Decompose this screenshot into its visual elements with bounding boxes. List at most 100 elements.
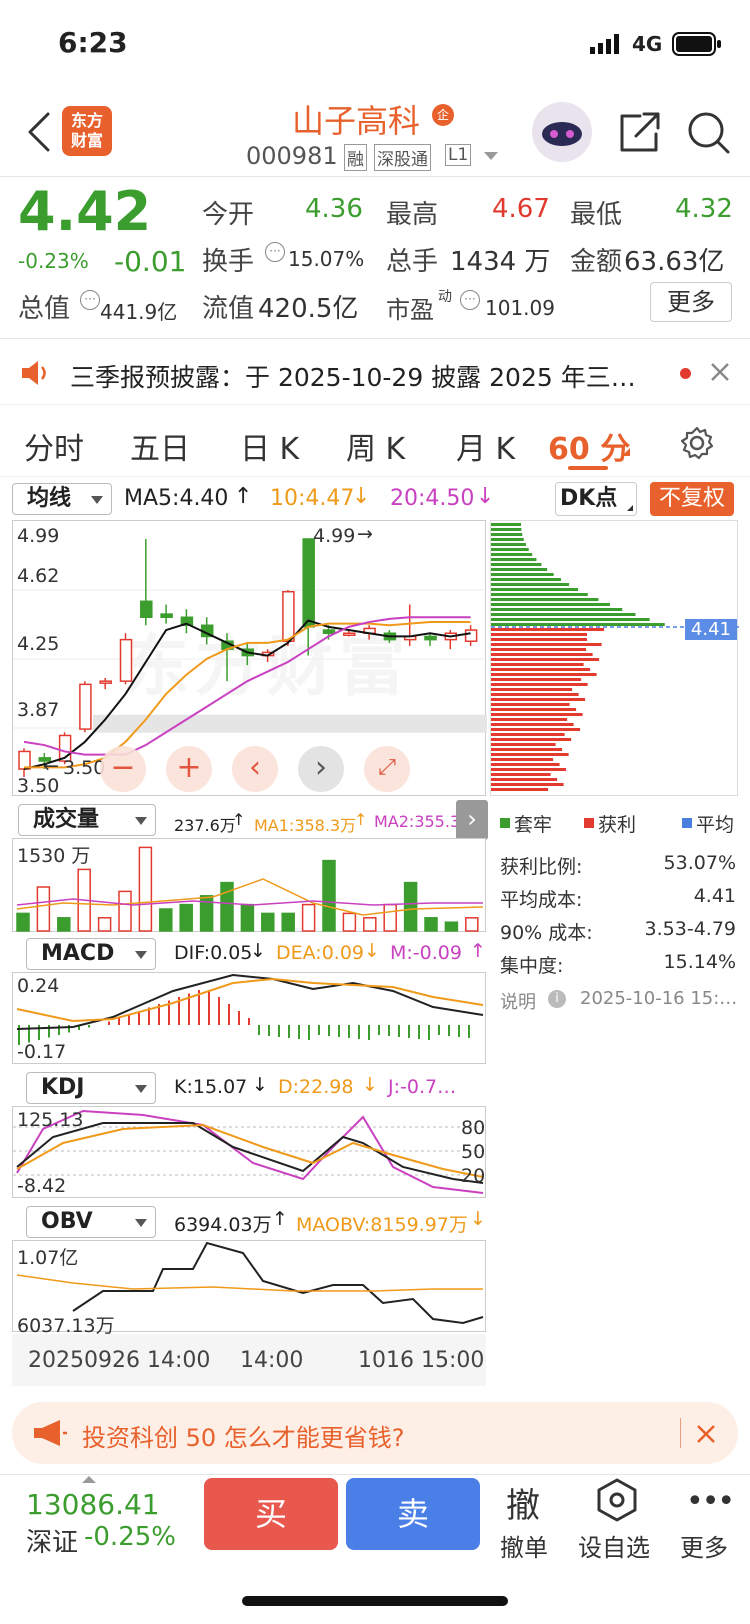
kdj-panel: 125.13 -8.42 80 50 20 <box>12 1106 487 1198</box>
legend-average-swatch <box>682 818 692 828</box>
chip-bar <box>491 568 548 571</box>
back-button[interactable] <box>24 110 54 158</box>
amount-label: 金额 <box>570 247 623 277</box>
index-value[interactable]: 13086.41 <box>26 1488 160 1521</box>
battery-icon <box>672 32 722 60</box>
chip-bar <box>491 743 556 746</box>
candle-body <box>322 629 336 634</box>
info-icon[interactable]: ··· <box>80 290 100 310</box>
more-button[interactable]: 更多 <box>650 282 732 322</box>
chip-stat-row: 平均成本: 4.41 <box>500 885 736 912</box>
candle-body <box>79 683 92 730</box>
share-icon[interactable] <box>618 110 662 158</box>
volume-bar <box>322 859 336 932</box>
pe-info-icon[interactable]: ··· <box>460 290 480 310</box>
cancel-order-label[interactable]: 撤单 <box>500 1528 548 1563</box>
max-marker-arrow: → <box>357 523 373 545</box>
macd-selector[interactable]: MACD <box>26 938 156 970</box>
chip-bar <box>491 643 602 646</box>
high-value: 4.67 <box>492 194 550 224</box>
chip-bar <box>491 618 650 621</box>
zoom-in-button[interactable]: + <box>166 746 212 792</box>
obv-selector[interactable]: OBV <box>26 1206 156 1238</box>
speaker-icon <box>20 360 50 390</box>
tab-daily-k[interactable]: 日 K <box>240 424 299 468</box>
chip-bar <box>491 528 522 531</box>
watchlist-label[interactable]: 设自选 <box>578 1528 650 1563</box>
chip-bar <box>491 718 568 721</box>
k-line <box>16 1122 484 1184</box>
open-value: 4.36 <box>305 194 363 224</box>
kdj-d: D:22.98 <box>278 1076 354 1098</box>
index-expand-arrow[interactable] <box>82 1476 96 1483</box>
search-icon[interactable] <box>686 110 732 160</box>
legend-profit-swatch <box>584 818 594 828</box>
chip-bar <box>491 683 588 686</box>
index-change: -0.25% <box>84 1522 176 1552</box>
price-band <box>93 714 487 733</box>
tab-weekly-k[interactable]: 周 K <box>346 424 405 468</box>
ad-close-icon[interactable] <box>696 1424 716 1444</box>
chip-bar <box>491 563 542 566</box>
ma10-arrow: ↓ <box>352 484 371 509</box>
app-logo: 东方 财富 <box>62 106 112 156</box>
chip-note-label[interactable]: 说明 <box>500 988 536 1014</box>
tab-five-day[interactable]: 五日 <box>130 424 190 468</box>
chip-stat-value: 15.14% <box>663 951 736 973</box>
stock-dropdown-icon[interactable] <box>484 152 498 160</box>
chip-note-time: 2025-10-16 15:… <box>580 988 738 1009</box>
chip-bar <box>491 768 567 771</box>
macd-dea-arrow: ↓ <box>364 940 380 962</box>
chip-bar <box>491 578 561 581</box>
kdj-selector[interactable]: KDJ <box>26 1072 156 1104</box>
obv-selector-label: OBV <box>41 1209 93 1234</box>
buy-button[interactable]: 买 <box>204 1478 338 1550</box>
obv-ma-arrow: ↓ <box>470 1208 486 1230</box>
open-label: 今开 <box>202 200 255 230</box>
volume-arrow: ↑ <box>232 810 246 829</box>
dk-point-button[interactable]: DK点 <box>555 482 637 516</box>
chip-stat-label: 获利比例: <box>500 856 583 878</box>
zoom-out-button[interactable]: − <box>100 746 146 792</box>
macd-y-bottom: -0.17 <box>17 1041 67 1063</box>
collapse-panel-button[interactable]: › <box>456 800 488 840</box>
more-menu-label[interactable]: 更多 <box>680 1528 728 1563</box>
obv-panel: 1.07亿 6037.13万 <box>12 1240 486 1337</box>
tab-intraday[interactable]: 分时 <box>24 424 84 468</box>
volume-bar <box>403 881 418 932</box>
tab-60min[interactable]: 60 分 <box>548 424 630 468</box>
chip-distribution-chart <box>491 523 739 791</box>
turnover-info-icon[interactable]: ··· <box>265 242 285 262</box>
ma5-arrow: ↑ <box>234 484 253 509</box>
more-dots-icon[interactable]: ••• <box>686 1484 735 1519</box>
settings-gear-icon[interactable] <box>680 426 714 464</box>
scroll-right-button[interactable]: › <box>298 746 344 792</box>
macd-panel: 0.24 -0.17 <box>12 972 486 1064</box>
notice-close-icon[interactable] <box>710 362 730 386</box>
fullscreen-expand-icon[interactable]: ⤢ <box>364 746 410 792</box>
scroll-left-button[interactable]: ‹ <box>232 746 278 792</box>
volume-bar <box>342 912 357 932</box>
stock-tag-level: L1 <box>445 144 472 166</box>
volume-bar <box>465 917 479 932</box>
notice-text[interactable]: 三季报预披露：于 2025-10-29 披露 2025 年三… <box>70 358 650 394</box>
kdj-k: K:15.07 <box>174 1076 248 1098</box>
ad-banner[interactable]: 投资科创 50 怎么才能更省钱? <box>12 1402 738 1464</box>
volume-selector[interactable]: 成交量 <box>18 804 156 836</box>
chip-stat-label: 平均成本: <box>500 889 583 911</box>
robot-assistant-icon[interactable] <box>532 102 592 162</box>
adjust-button[interactable]: 不复权 <box>650 482 734 516</box>
volume-bar <box>240 903 255 932</box>
watchlist-icon[interactable] <box>596 1478 638 1526</box>
chip-bar <box>491 738 572 741</box>
tab-monthly-k[interactable]: 月 K <box>456 424 515 468</box>
volume-bar <box>57 917 71 932</box>
kdj-j: J:-0.7… <box>388 1076 457 1098</box>
chip-note-info-icon[interactable]: i <box>548 990 566 1008</box>
ma-selector[interactable]: 均线 <box>12 483 112 515</box>
sell-button[interactable]: 卖 <box>346 1478 480 1550</box>
cancel-order-icon[interactable]: 撤 <box>506 1478 540 1527</box>
candle-body <box>302 538 315 628</box>
divider <box>0 404 750 405</box>
macd-m: M:-0.09 <box>390 942 462 964</box>
